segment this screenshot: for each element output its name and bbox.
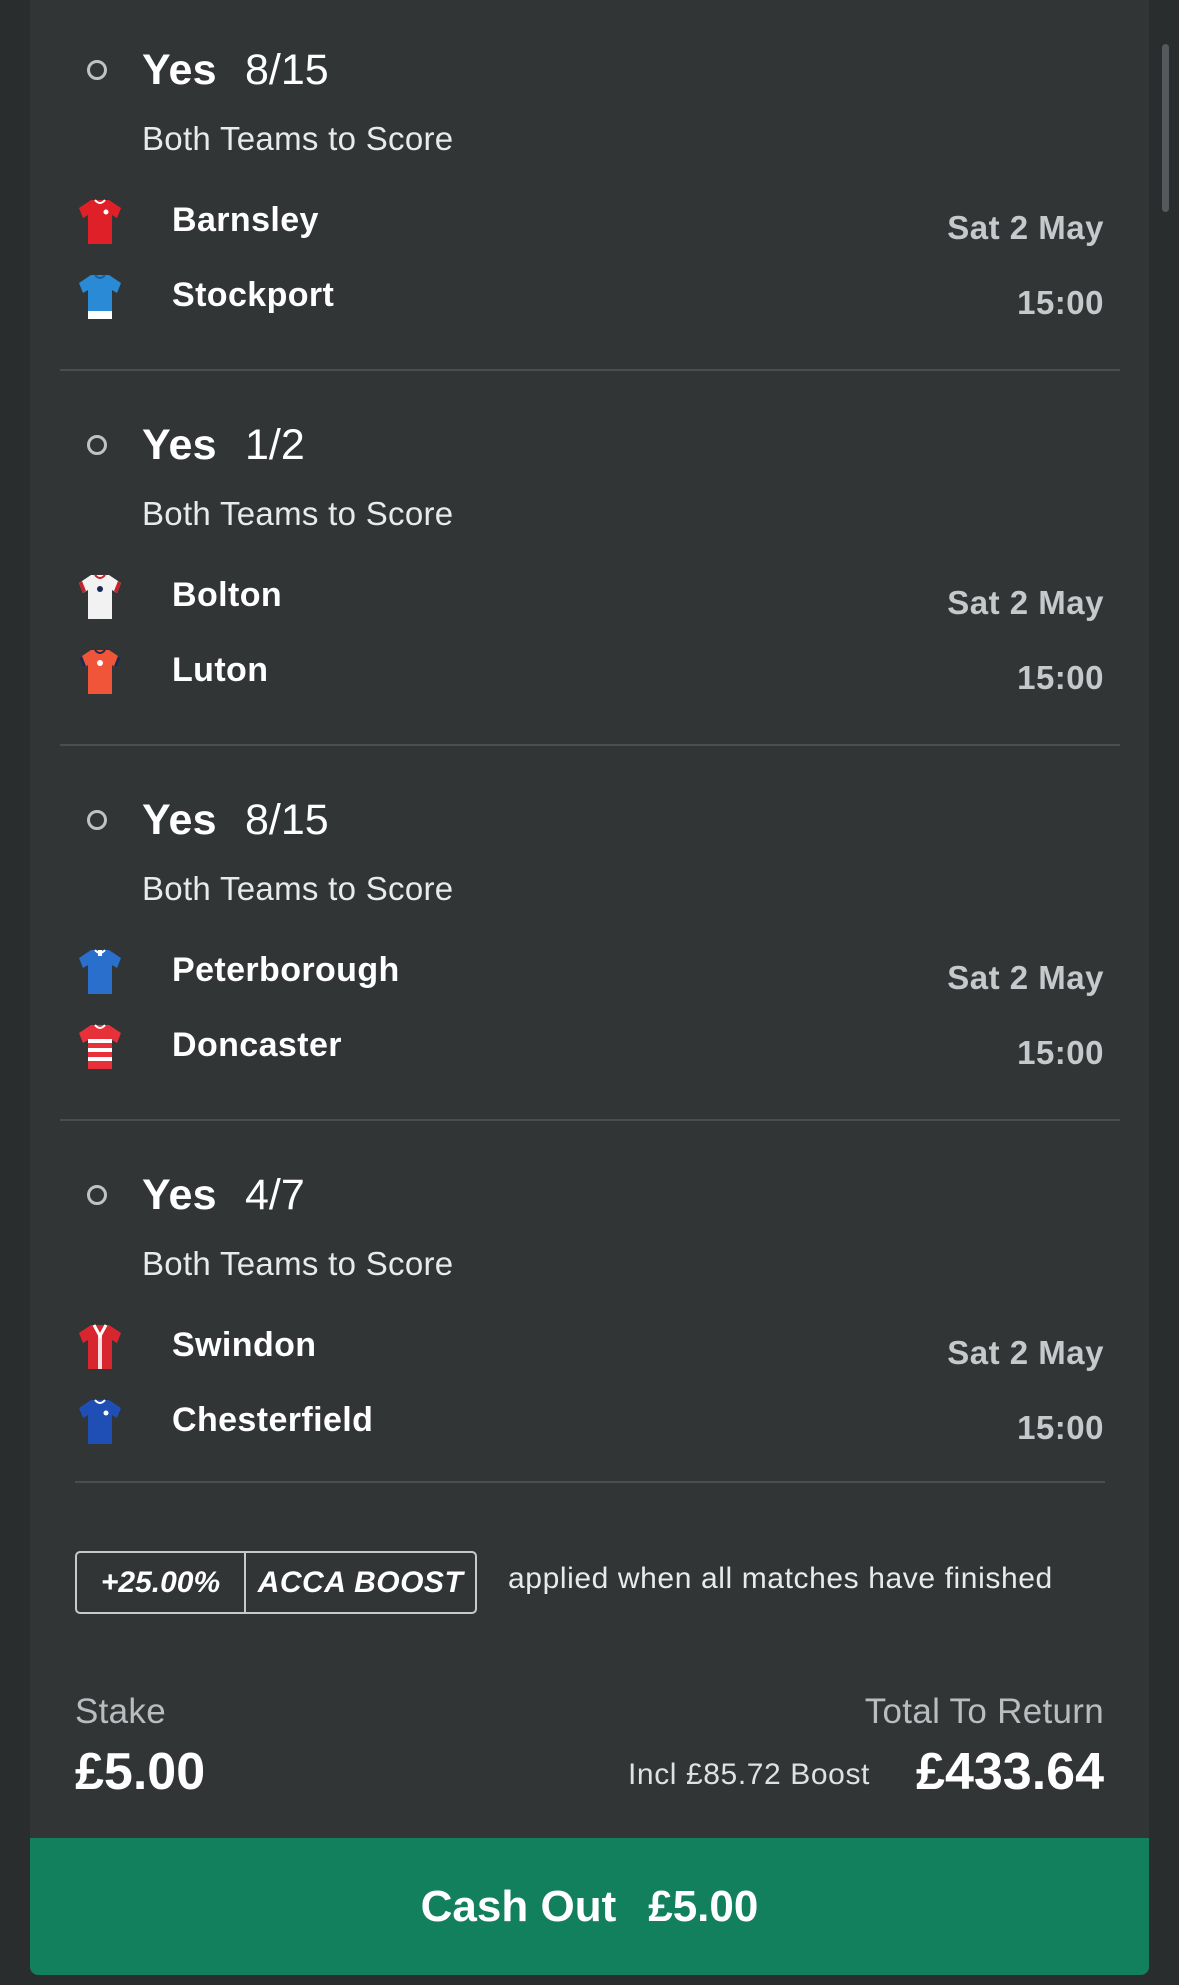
boost-note: applied when all matches have finished	[508, 1562, 1053, 1595]
match-date: Sat 2 May	[947, 209, 1104, 246]
chesterfield-shirt-icon	[79, 1399, 121, 1444]
market-name: Both Teams to Score	[142, 870, 454, 907]
selection-item: Yes 8/15 Both Teams to Score Peterboroug…	[30, 750, 1149, 1125]
total-return-value: £433.64	[916, 1743, 1104, 1801]
swindon-shirt-icon	[79, 1324, 121, 1369]
divider	[75, 1481, 1105, 1483]
away-team-row: Doncaster	[75, 1022, 1115, 1082]
match-time: 15:00	[1017, 1034, 1104, 1071]
luton-shirt-icon	[79, 649, 121, 694]
total-return-label: Total To Return	[864, 1692, 1104, 1731]
team-name: Chesterfield	[172, 1401, 374, 1439]
divider	[60, 1119, 1120, 1121]
team-name: Barnsley	[172, 201, 319, 239]
selection-item: Yes 4/7 Both Teams to Score Swindon Ches…	[30, 1125, 1149, 1485]
selection-odds: 1/2	[245, 421, 305, 469]
scrollbar[interactable]	[1162, 44, 1169, 212]
selection-item: Yes 8/15 Both Teams to Score Barnsley St…	[30, 0, 1149, 375]
match-date: Sat 2 May	[947, 959, 1104, 996]
selection-pick: Yes	[142, 796, 217, 844]
boost-included-note: Incl £85.72 Boost	[627, 1758, 870, 1791]
divider	[60, 369, 1120, 371]
match-date: Sat 2 May	[947, 584, 1104, 621]
stockport-shirt-icon	[79, 274, 121, 319]
cash-out-label: Cash Out	[420, 1881, 617, 1931]
match-time: 15:00	[1017, 659, 1104, 696]
team-name: Peterborough	[172, 951, 400, 989]
team-name: Swindon	[172, 1326, 317, 1364]
selection-pick: Yes	[142, 46, 217, 94]
team-name: Bolton	[172, 576, 283, 614]
match-time: 15:00	[1017, 1409, 1104, 1446]
stake-label: Stake	[75, 1692, 166, 1731]
away-team-row: Chesterfield	[75, 1397, 1115, 1457]
away-team-row: Stockport	[75, 272, 1115, 332]
radio-indicator	[87, 810, 107, 830]
radio-indicator	[87, 60, 107, 80]
selection-pick: Yes	[142, 1171, 217, 1219]
cash-out-button[interactable]: Cash Out £5.00	[30, 1838, 1149, 1975]
cash-out-amount: £5.00	[648, 1881, 759, 1931]
selection-odds: 8/15	[245, 46, 329, 94]
team-name: Luton	[172, 651, 269, 689]
bolton-shirt-icon	[79, 574, 121, 619]
away-team-row: Luton	[75, 647, 1115, 707]
divider	[60, 744, 1120, 746]
barnsley-shirt-icon	[79, 199, 121, 244]
radio-indicator	[87, 1185, 107, 1205]
team-name: Stockport	[172, 276, 335, 314]
doncaster-shirt-icon	[79, 1024, 121, 1069]
selection-pick: Yes	[142, 421, 217, 469]
stake-value: £5.00	[75, 1743, 206, 1801]
selection-item: Yes 1/2 Both Teams to Score Bolton Luton	[30, 375, 1149, 750]
acca-boost-badge: +25.00% ACCA BOOST	[75, 1551, 477, 1614]
team-name: Doncaster	[172, 1026, 342, 1064]
market-name: Both Teams to Score	[142, 1245, 454, 1282]
bet-card: Yes 8/15 Both Teams to Score Barnsley St…	[30, 0, 1149, 1975]
boost-label: ACCA BOOST	[257, 1565, 464, 1599]
radio-indicator	[87, 435, 107, 455]
match-date: Sat 2 May	[947, 1334, 1104, 1371]
peterborough-shirt-icon	[79, 949, 121, 994]
match-time: 15:00	[1017, 284, 1104, 321]
selection-odds: 8/15	[245, 796, 329, 844]
market-name: Both Teams to Score	[142, 495, 454, 532]
market-name: Both Teams to Score	[142, 120, 454, 157]
boost-percent: +25.00%	[77, 1553, 246, 1612]
selection-odds: 4/7	[245, 1171, 305, 1219]
